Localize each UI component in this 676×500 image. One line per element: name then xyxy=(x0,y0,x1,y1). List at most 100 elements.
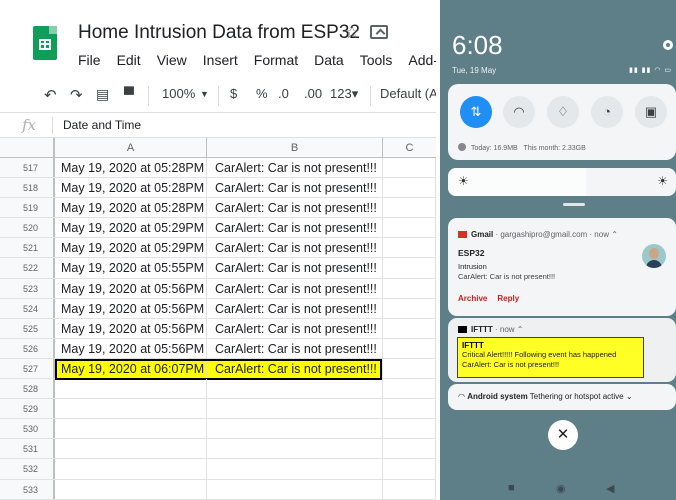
percent-button[interactable]: % xyxy=(256,86,268,101)
cell-date-time[interactable]: May 19, 2020 at 05:56PM xyxy=(55,318,207,338)
row-number[interactable]: 522 xyxy=(0,258,55,278)
menu-format[interactable]: Format xyxy=(246,52,306,72)
row-number[interactable]: 528 xyxy=(0,379,55,399)
cell-empty[interactable] xyxy=(383,238,436,258)
reply-button[interactable]: Reply xyxy=(497,294,519,303)
cell-empty[interactable] xyxy=(383,258,436,278)
cell-empty[interactable] xyxy=(383,318,436,338)
recents-icon[interactable]: ■ xyxy=(508,482,515,494)
cell-empty[interactable] xyxy=(383,178,436,198)
cell-date-time[interactable]: May 19, 2020 at 05:55PM xyxy=(55,258,207,278)
row-number[interactable]: 526 xyxy=(0,338,55,358)
row-number[interactable]: 533 xyxy=(0,479,55,499)
cell-date-time[interactable]: May 19, 2020 at 05:29PM xyxy=(55,218,207,238)
cell-empty[interactable] xyxy=(383,379,436,399)
android-system-notification[interactable]: ◠ Android system Tethering or hotspot ac… xyxy=(448,384,676,410)
cell-event[interactable]: CarAlert: Car is not present!!! xyxy=(207,318,383,338)
mobile-data-toggle-icon[interactable]: ⇅ xyxy=(460,96,492,128)
bell-toggle-icon[interactable]: ◔ xyxy=(591,96,623,128)
cell-event[interactable]: CarAlert: Car is not present!!! xyxy=(207,218,383,238)
cell-date-time[interactable]: May 19, 2020 at 05:28PM xyxy=(55,178,207,198)
cell-empty[interactable] xyxy=(383,439,436,459)
menu-file[interactable]: File xyxy=(70,52,109,72)
cell-date-time[interactable]: May 19, 2020 at 05:29PM xyxy=(55,238,207,258)
row-number[interactable]: 527 xyxy=(0,358,55,379)
zoom-dropdown-icon[interactable]: ▼ xyxy=(200,89,209,99)
cell-event[interactable]: CarAlert: Car is not present!!! xyxy=(207,198,383,218)
print-icon[interactable]: ▤ xyxy=(96,86,109,103)
row-number[interactable]: 524 xyxy=(0,298,55,318)
cell-empty[interactable] xyxy=(383,198,436,218)
cell-date-time[interactable] xyxy=(55,379,207,399)
cell-empty[interactable] xyxy=(383,338,436,358)
formula-input[interactable]: Date and Time xyxy=(63,118,141,132)
back-icon[interactable]: ◀ xyxy=(606,482,614,495)
cell-empty[interactable] xyxy=(383,218,436,238)
settings-gear-icon[interactable] xyxy=(663,40,673,50)
cell-event[interactable] xyxy=(207,459,383,479)
row-number[interactable]: 530 xyxy=(0,419,55,439)
cell-date-time[interactable]: May 19, 2020 at 05:56PM xyxy=(55,338,207,358)
row-number[interactable]: 519 xyxy=(0,198,55,218)
select-all-corner[interactable] xyxy=(0,138,55,158)
cell-date-time[interactable] xyxy=(55,439,207,459)
archive-button[interactable]: Archive xyxy=(458,294,487,303)
column-header-c[interactable]: C xyxy=(383,138,436,158)
cell-date-time[interactable] xyxy=(55,399,207,419)
clear-notifications-button[interactable]: ✕ xyxy=(548,420,578,450)
cell-date-time[interactable]: May 19, 2020 at 05:56PM xyxy=(55,278,207,298)
cell-empty[interactable] xyxy=(383,158,436,178)
column-header-a[interactable]: A xyxy=(55,138,207,158)
menu-view[interactable]: View xyxy=(149,52,195,72)
more-formats-button[interactable]: 123▾ xyxy=(330,86,358,102)
cell-event[interactable] xyxy=(207,439,383,459)
font-select[interactable]: Default (Ari xyxy=(380,86,436,101)
decrease-decimal-button[interactable]: .0 xyxy=(278,86,289,101)
menu-data[interactable]: Data xyxy=(306,52,352,72)
ifttt-notification[interactable]: IFTTT · now ⌃ IFTTT Critical Alert!!!!! … xyxy=(448,318,676,382)
menu-insert[interactable]: Insert xyxy=(195,52,246,72)
star-icon[interactable]: ☆ xyxy=(344,22,360,43)
shade-drag-handle[interactable] xyxy=(563,203,585,206)
cell-date-time[interactable]: May 19, 2020 at 05:28PM xyxy=(55,158,207,178)
gmail-notification[interactable]: Gmail · gargashipro@gmail.com · now ⌃ ES… xyxy=(448,218,676,316)
cell-date-time[interactable]: May 19, 2020 at 06:07PM xyxy=(55,358,207,379)
redo-icon[interactable]: ↷ xyxy=(70,86,83,104)
row-number[interactable]: 518 xyxy=(0,178,55,198)
cell-empty[interactable] xyxy=(383,298,436,318)
cell-event[interactable]: CarAlert: Car is not present!!! xyxy=(207,298,383,318)
row-number[interactable]: 521 xyxy=(0,238,55,258)
home-icon[interactable]: ◉ xyxy=(556,482,566,495)
cell-empty[interactable] xyxy=(383,358,436,379)
row-number[interactable]: 523 xyxy=(0,278,55,298)
cell-empty[interactable] xyxy=(383,479,436,499)
menu-tools[interactable]: Tools xyxy=(352,52,401,72)
sheets-logo-icon[interactable] xyxy=(33,26,57,60)
flashlight-toggle-icon[interactable]: ♢ xyxy=(547,96,579,128)
row-number[interactable]: 532 xyxy=(0,459,55,479)
undo-icon[interactable]: ↶ xyxy=(44,86,57,104)
column-header-b[interactable]: B xyxy=(207,138,383,158)
cell-event[interactable] xyxy=(207,399,383,419)
screenshot-toggle-icon[interactable]: ▣ xyxy=(635,96,667,128)
row-number[interactable]: 520 xyxy=(0,218,55,238)
menu-edit[interactable]: Edit xyxy=(109,52,149,72)
cell-date-time[interactable] xyxy=(55,459,207,479)
cell-event[interactable] xyxy=(207,419,383,439)
wifi-toggle-icon[interactable]: ◠ xyxy=(503,96,535,128)
row-number[interactable]: 525 xyxy=(0,318,55,338)
row-number[interactable]: 531 xyxy=(0,439,55,459)
currency-button[interactable]: $ xyxy=(230,86,237,101)
paint-format-icon[interactable]: ▀ xyxy=(124,86,134,102)
cell-date-time[interactable]: May 19, 2020 at 05:28PM xyxy=(55,198,207,218)
cell-event[interactable]: CarAlert: Car is not present!!! xyxy=(207,238,383,258)
cell-empty[interactable] xyxy=(383,278,436,298)
brightness-slider[interactable]: ☀ ☀ xyxy=(448,168,676,196)
row-number[interactable]: 529 xyxy=(0,399,55,419)
cell-empty[interactable] xyxy=(383,399,436,419)
cell-date-time[interactable] xyxy=(55,479,207,499)
cell-event[interactable]: CarAlert: Car is not present!!! xyxy=(207,258,383,278)
cell-event[interactable]: CarAlert: Car is not present!!! xyxy=(207,338,383,358)
increase-decimal-button[interactable]: .00 xyxy=(304,86,322,101)
menu-addons[interactable]: Add-ons xyxy=(400,52,436,72)
